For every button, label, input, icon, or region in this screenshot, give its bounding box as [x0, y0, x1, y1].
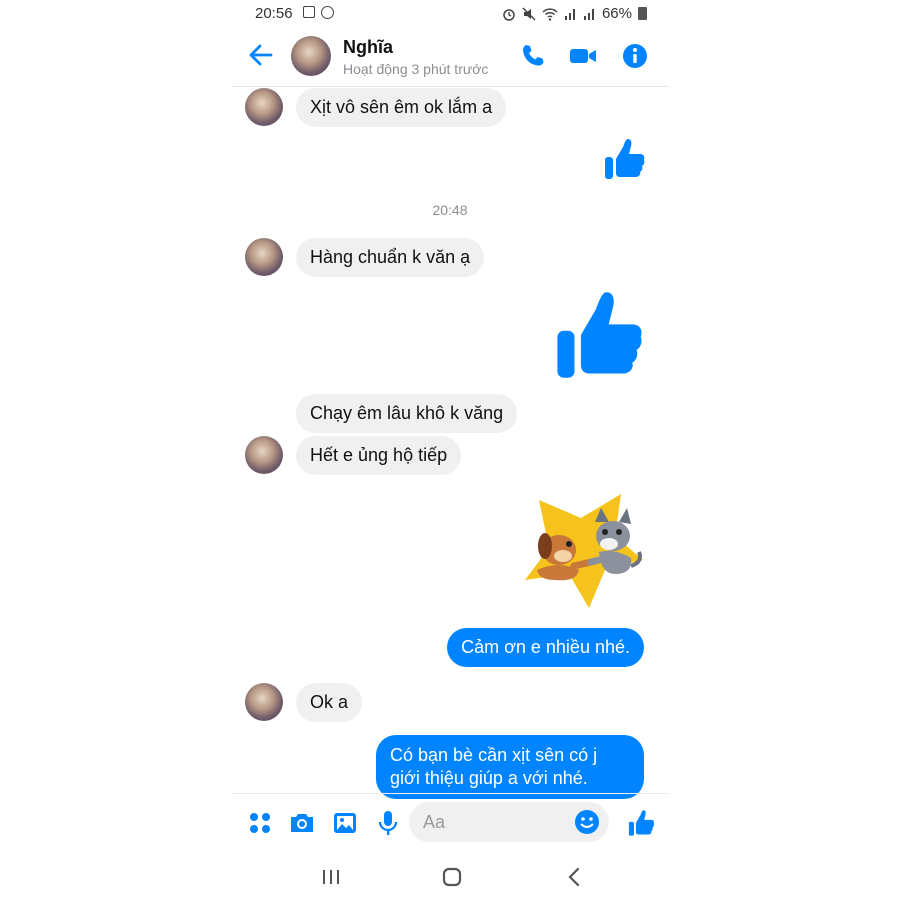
emoji-icon[interactable] — [573, 808, 601, 836]
sender-avatar[interactable] — [245, 88, 283, 126]
menu-dots-icon[interactable] — [246, 809, 274, 837]
alarm-icon — [503, 8, 515, 21]
thumbs-up-icon[interactable] — [553, 288, 643, 382]
back-arrow-icon[interactable] — [247, 41, 275, 69]
battery-icon — [638, 7, 647, 20]
timestamp: 20:48 — [432, 202, 468, 218]
system-navigation-bar — [231, 851, 669, 900]
mute-icon — [522, 7, 536, 20]
recent-apps-icon[interactable] — [317, 863, 345, 891]
thumbs-up-icon[interactable] — [627, 809, 655, 837]
sender-avatar[interactable] — [245, 436, 283, 474]
info-icon[interactable] — [621, 42, 649, 70]
gallery-icon[interactable] — [331, 809, 359, 837]
status-bar: 20:56 66% — [231, 0, 669, 28]
battery-percent: 66% — [601, 5, 632, 22]
camera-icon[interactable] — [288, 809, 316, 837]
system-icons: 66% — [502, 5, 647, 22]
outgoing-message[interactable]: Cảm ơn e nhiều nhé. — [447, 628, 644, 667]
dog-and-cat-sticker[interactable] — [519, 490, 645, 612]
contact-name[interactable]: Nghĩa — [343, 37, 393, 58]
messenger-notification-icon — [321, 6, 334, 19]
incoming-message[interactable]: Chạy êm lâu khô k văng — [296, 394, 518, 433]
messenger-screen: 20:56 66% Nghĩa Hoạt động 3 phút trước X… — [231, 0, 669, 900]
home-icon[interactable] — [438, 863, 466, 891]
message-input-placeholder: Aa — [423, 812, 446, 832]
message-input[interactable]: Aa — [409, 802, 609, 842]
notification-icons — [303, 6, 334, 19]
message-composer: Aa — [231, 793, 669, 852]
contact-status: Hoạt động 3 phút trước — [343, 61, 489, 77]
signal-icon-2 — [583, 8, 594, 20]
mic-icon[interactable] — [374, 809, 402, 837]
outgoing-message[interactable]: Có bạn bè cần xịt sên có j giới thiệu gi… — [376, 735, 644, 799]
sender-avatar[interactable] — [245, 683, 283, 721]
incoming-message[interactable]: Hàng chuẩn k văn ạ — [296, 238, 485, 277]
incoming-message[interactable]: Ok a — [296, 683, 363, 722]
sender-avatar[interactable] — [245, 238, 283, 276]
video-icon[interactable] — [569, 42, 597, 70]
check-notification-icon — [303, 6, 315, 18]
incoming-message[interactable]: Hết e ủng hộ tiếp — [296, 436, 462, 475]
phone-icon[interactable] — [519, 42, 547, 70]
back-nav-icon[interactable] — [561, 863, 589, 891]
status-time: 20:56 — [255, 5, 293, 22]
thumbs-up-icon[interactable] — [603, 137, 645, 181]
incoming-message[interactable]: Xịt vô sên êm ok lắm a — [296, 88, 507, 127]
wifi-icon — [542, 7, 558, 21]
signal-icon-1 — [564, 8, 575, 20]
contact-avatar[interactable] — [291, 36, 331, 76]
conversation-header: Nghĩa Hoạt động 3 phút trước — [231, 28, 669, 87]
